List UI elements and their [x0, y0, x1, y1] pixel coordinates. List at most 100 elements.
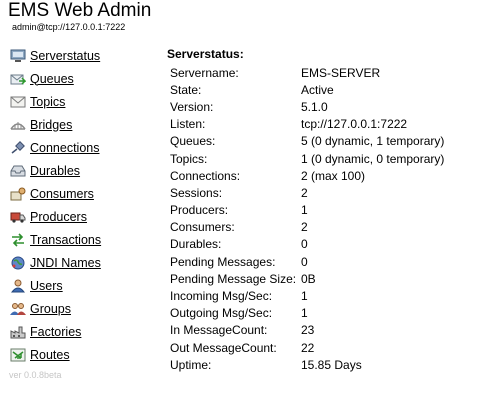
sidebar-item-label: Groups — [30, 301, 71, 316]
sidebar-item-label: Users — [30, 278, 63, 293]
sidebar-item-durables[interactable]: Durables — [9, 159, 159, 182]
status-row: Consumers: 2 — [170, 219, 444, 236]
status-key: Out MessageCount: — [170, 340, 277, 355]
bridge-icon — [9, 117, 27, 133]
status-row: Topics: 1 (0 dynamic, 0 temporary) — [170, 150, 444, 167]
status-row: In MessageCount: 23 — [170, 322, 444, 339]
user-icon — [9, 278, 27, 294]
group-icon — [9, 301, 27, 317]
truck-icon — [9, 209, 27, 225]
status-value: 0 — [301, 237, 308, 252]
status-row: Sessions: 2 — [170, 184, 444, 201]
connection-subtitle: admin@tcp://127.0.0.1:7222 — [12, 22, 126, 32]
sidebar-item-label: Queues — [30, 71, 74, 86]
status-value: 2 — [301, 185, 308, 200]
sidebar-item-factories[interactable]: Factories — [9, 320, 159, 343]
status-row: Incoming Msg/Sec: 1 — [170, 287, 444, 304]
sidebar-item-label: Topics — [30, 94, 66, 109]
status-key: Producers: — [170, 203, 229, 218]
status-key: Sessions: — [170, 185, 223, 200]
status-row: Durables: 0 — [170, 236, 444, 253]
status-key: Consumers: — [170, 220, 235, 235]
sidebar-item-consumers[interactable]: Consumers — [9, 182, 159, 205]
status-row: Outgoing Msg/Sec: 1 — [170, 305, 444, 322]
status-row: Uptime: 15.85 Days — [170, 356, 444, 373]
sidebar-item-routes[interactable]: Routes — [9, 343, 159, 366]
arrows-icon — [9, 232, 27, 248]
status-value: 5 (0 dynamic, 1 temporary) — [301, 134, 445, 149]
consumer-icon — [9, 186, 27, 202]
status-key: Servername: — [170, 65, 239, 80]
sidebar-item-label: Factories — [30, 324, 82, 339]
status-value: tcp://127.0.0.1:7222 — [301, 117, 408, 132]
sidebar-nav: Serverstatus Queues Topics Bridges Conne… — [9, 44, 159, 366]
status-value: 1 — [301, 289, 308, 304]
sidebar-item-jndi-names[interactable]: JNDI Names — [9, 251, 159, 274]
status-row: Listen: tcp://127.0.0.1:7222 — [170, 116, 444, 133]
status-value: 1 (0 dynamic, 0 temporary) — [301, 151, 445, 166]
status-value: EMS-SERVER — [301, 65, 381, 80]
queue-icon — [9, 71, 27, 87]
sidebar-item-label: Durables — [30, 163, 81, 178]
sidebar-item-label: Producers — [30, 209, 87, 224]
sidebar-item-queues[interactable]: Queues — [9, 67, 159, 90]
status-row: Connections: 2 (max 100) — [170, 167, 444, 184]
envelope-icon — [9, 94, 27, 110]
version-label: ver 0.0.8beta — [9, 370, 62, 380]
status-row: Pending Message Size: 0B — [170, 270, 444, 287]
status-value: 22 — [301, 340, 315, 355]
inbox-icon — [9, 163, 27, 179]
status-key: Queues: — [170, 134, 216, 149]
sidebar-item-users[interactable]: Users — [9, 274, 159, 297]
sidebar-item-label: Consumers — [30, 186, 94, 201]
status-key: Connections: — [170, 168, 241, 183]
factory-icon — [9, 324, 27, 340]
status-key: Pending Message Size: — [170, 271, 297, 286]
status-row: Queues: 5 (0 dynamic, 1 temporary) — [170, 133, 444, 150]
server-icon — [9, 48, 27, 64]
status-value: 23 — [301, 323, 315, 338]
sidebar-item-groups[interactable]: Groups — [9, 297, 159, 320]
status-value: 0 — [301, 254, 308, 269]
status-key: Incoming Msg/Sec: — [170, 289, 273, 304]
status-row: State: Active — [170, 81, 444, 98]
sidebar-item-bridges[interactable]: Bridges — [9, 113, 159, 136]
sidebar-item-label: Routes — [30, 347, 70, 362]
plug-icon — [9, 140, 27, 156]
status-heading: Serverstatus: — [167, 47, 244, 61]
globe-icon — [9, 255, 27, 271]
status-value: 5.1.0 — [301, 99, 328, 114]
sidebar-item-connections[interactable]: Connections — [9, 136, 159, 159]
status-key: Durables: — [170, 237, 222, 252]
status-value: Active — [301, 82, 334, 97]
sidebar-item-serverstatus[interactable]: Serverstatus — [9, 44, 159, 67]
status-key: Listen: — [170, 117, 206, 132]
sidebar-item-label: Connections — [30, 140, 100, 155]
sidebar-item-label: Transactions — [30, 232, 102, 247]
status-key: Uptime: — [170, 357, 212, 372]
status-row: Producers: 1 — [170, 202, 444, 219]
status-value: 0B — [301, 271, 316, 286]
status-value: 1 — [301, 306, 308, 321]
status-row: Pending Messages: 0 — [170, 253, 444, 270]
status-table: Servername: EMS-SERVER State: Active Versi… — [170, 64, 444, 373]
status-row: Out MessageCount: 22 — [170, 339, 444, 356]
status-key: Outgoing Msg/Sec: — [170, 306, 273, 321]
sidebar-item-producers[interactable]: Producers — [9, 205, 159, 228]
sidebar-item-label: Serverstatus — [30, 48, 101, 63]
app-title: EMS Web Admin — [8, 0, 152, 21]
status-row: Version: 5.1.0 — [170, 98, 444, 115]
status-value: 1 — [301, 203, 308, 218]
status-key: Topics: — [170, 151, 208, 166]
status-key: State: — [170, 82, 202, 97]
status-key: Pending Messages: — [170, 254, 276, 269]
status-value: 2 — [301, 220, 308, 235]
status-key: In MessageCount: — [170, 323, 268, 338]
sidebar-item-label: JNDI Names — [30, 255, 101, 270]
status-row: Servername: EMS-SERVER — [170, 64, 444, 81]
sidebar-item-transactions[interactable]: Transactions — [9, 228, 159, 251]
sidebar-item-topics[interactable]: Topics — [9, 90, 159, 113]
status-value: 15.85 Days — [301, 357, 362, 372]
routes-icon — [9, 347, 27, 363]
status-value: 2 (max 100) — [301, 168, 366, 183]
